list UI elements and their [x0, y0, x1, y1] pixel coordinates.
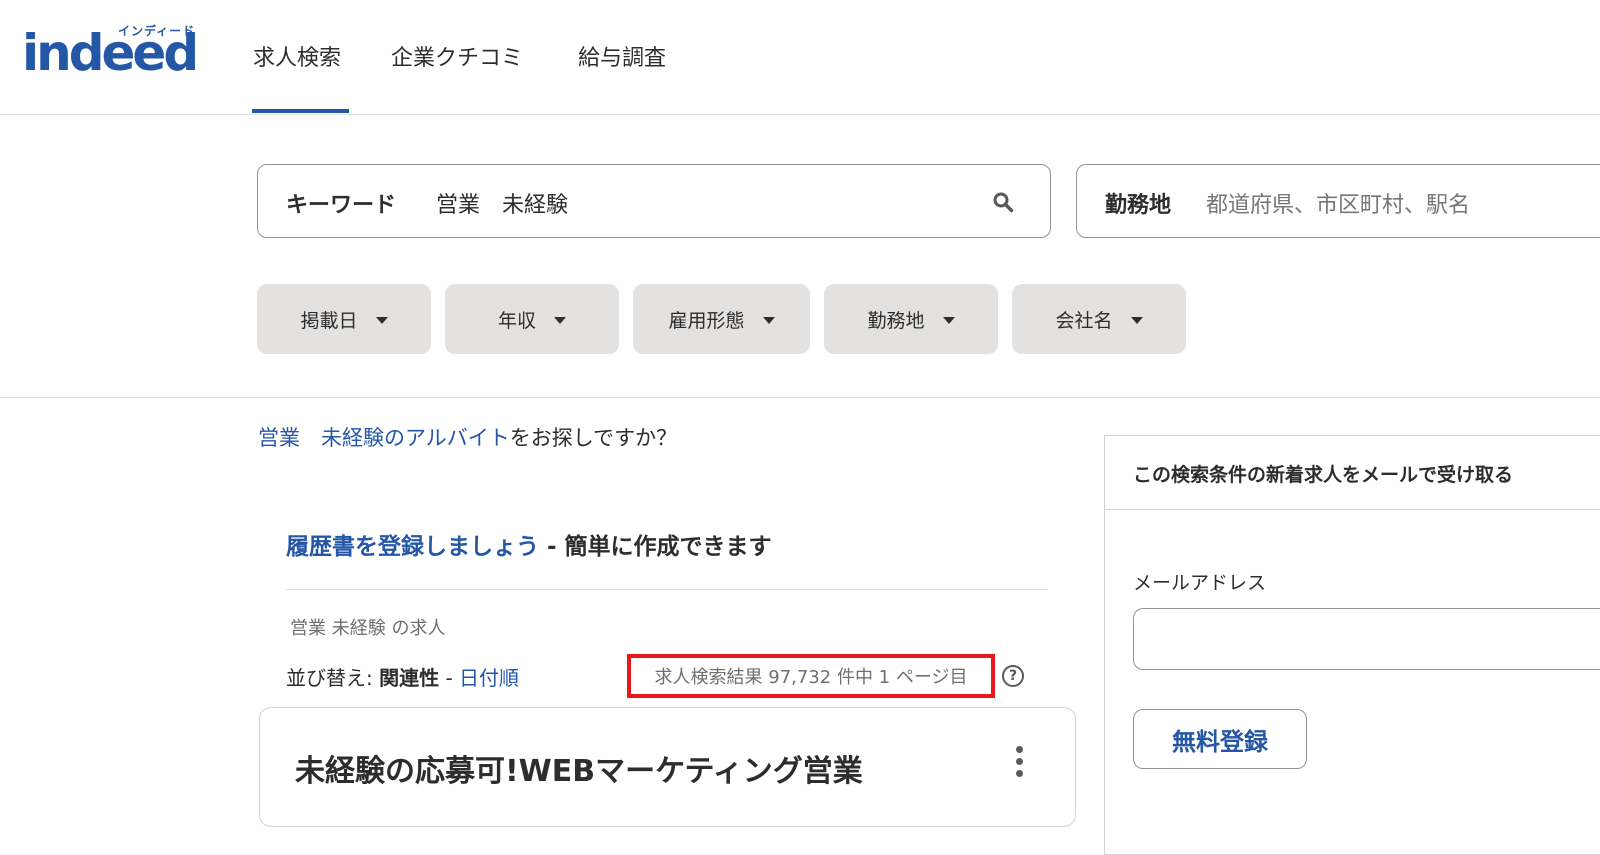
job-alert-panel: この検索条件の新着求人をメールで受け取る メールアドレス 無料登録: [1104, 435, 1600, 855]
job-title[interactable]: 未経験の応募可!WEBマーケティング営業: [295, 746, 863, 790]
tab-salary-search[interactable]: 給与調査: [578, 40, 666, 72]
divider: [286, 589, 1048, 590]
resume-promo-text: - 簡単に作成できます: [539, 534, 772, 560]
results-count: 求人検索結果 97,732 件中 1 ページ目: [627, 654, 995, 698]
caret-down-icon: [942, 317, 955, 324]
resume-register-link[interactable]: 履歴書を登録しましょう: [286, 534, 539, 560]
filter-company[interactable]: 会社名: [1012, 284, 1186, 354]
tab-company-reviews[interactable]: 企業クチコミ: [391, 40, 523, 72]
site-header: [0, 0, 1600, 115]
divider: [1105, 509, 1600, 510]
resume-promo: 履歴書を登録しましょう - 簡単に作成できます: [286, 527, 772, 561]
filter-label: 雇用形態: [668, 309, 745, 332]
sort-controls: 並び替え: 関連性 - 日付順: [286, 662, 519, 691]
help-icon[interactable]: ?: [1002, 665, 1024, 687]
filter-date-posted[interactable]: 掲載日: [257, 284, 431, 354]
sort-by-date-link[interactable]: 日付順: [459, 666, 519, 690]
job-alert-title: この検索条件の新着求人をメールで受け取る: [1133, 464, 1514, 486]
filter-label: 掲載日: [300, 309, 358, 332]
free-signup-button[interactable]: 無料登録: [1133, 709, 1307, 769]
location-search-field[interactable]: 勤務地 都道府県、市区町村、駅名: [1076, 164, 1600, 238]
suggestion-text: をお探しですか？: [509, 426, 678, 450]
search-icon[interactable]: [992, 191, 1014, 217]
caret-down-icon: [554, 317, 566, 324]
keyword-label: キーワード: [286, 193, 397, 218]
job-card[interactable]: 未経験の応募可!WEBマーケティング営業: [259, 707, 1076, 827]
keyword-input[interactable]: 営業 未経験: [436, 187, 568, 219]
indeed-logo[interactable]: インディード indeed: [22, 18, 212, 82]
logo-wordmark: indeed: [22, 24, 199, 82]
location-label: 勤務地: [1105, 193, 1172, 218]
caret-down-icon: [1130, 317, 1143, 324]
tab-job-search[interactable]: 求人検索: [253, 40, 341, 72]
filter-label: 会社名: [1055, 309, 1113, 332]
filter-job-type[interactable]: 雇用形態: [633, 284, 810, 354]
caret-down-icon: [375, 317, 388, 324]
sort-relevance: 関連性: [379, 666, 440, 690]
active-tab-indicator: [252, 109, 349, 113]
suggestion-link[interactable]: 営業 未経験のアルバイト: [258, 426, 510, 450]
caret-down-icon: [762, 317, 775, 324]
section-divider: [0, 397, 1600, 398]
sort-separator: -: [439, 666, 460, 690]
location-input[interactable]: 都道府県、市区町村、駅名: [1206, 187, 1470, 219]
filter-salary[interactable]: 年収: [445, 284, 619, 354]
email-label: メールアドレス: [1133, 572, 1267, 594]
email-field[interactable]: [1133, 608, 1600, 670]
filter-label: 年収: [497, 309, 536, 332]
search-suggestion: 営業 未経験のアルバイトをお探しですか？: [258, 422, 677, 452]
filter-label: 勤務地: [867, 309, 925, 332]
keyword-search-field[interactable]: キーワード 営業 未経験: [257, 164, 1051, 238]
results-query-heading: 営業 未経験 の求人: [290, 618, 446, 639]
sort-prefix: 並び替え:: [286, 666, 380, 690]
more-options-icon[interactable]: [1014, 746, 1024, 782]
filter-location[interactable]: 勤務地: [824, 284, 998, 354]
